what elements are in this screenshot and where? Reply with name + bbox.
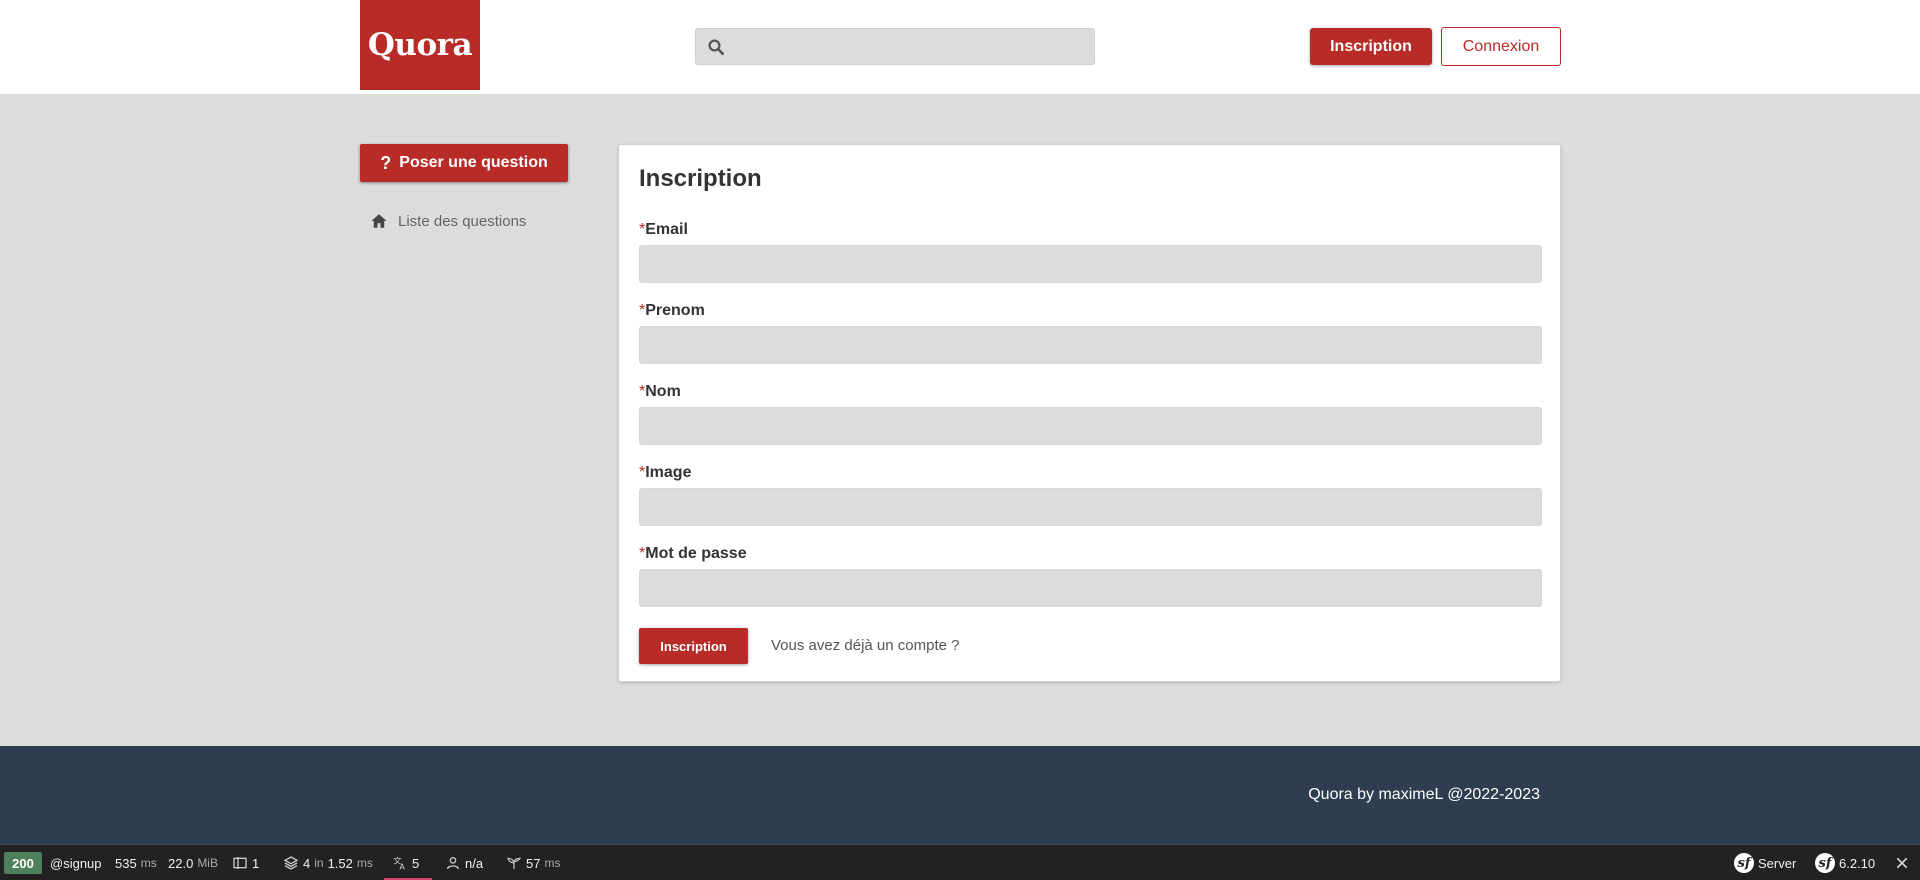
doctrine-time: 1.52	[327, 855, 353, 871]
twig-leaf-icon	[507, 857, 522, 869]
twig-unit: ms	[544, 856, 561, 870]
database-layers-icon	[283, 856, 299, 870]
search-input[interactable]	[695, 28, 1095, 65]
svg-text:A: A	[399, 863, 405, 871]
sidebar-item-questions-list[interactable]: Liste des questions	[370, 211, 526, 231]
submit-signup-button[interactable]: Inscription	[639, 628, 748, 664]
time-indicator[interactable]: 535 ms	[115, 845, 157, 880]
user-indicator[interactable]: n/a	[445, 845, 483, 880]
forms-indicator[interactable]: 1	[232, 845, 259, 880]
site-footer: Quora by maximeL @2022-2023	[0, 746, 1920, 844]
server-label: Server	[1758, 855, 1797, 871]
translation-icon: 文 A	[393, 856, 405, 871]
memory-unit: MiB	[197, 856, 218, 870]
login-button[interactable]: Connexion	[1441, 27, 1561, 66]
doctrine-unit: ms	[356, 856, 373, 870]
symfony-logo-icon: sf	[1815, 853, 1835, 873]
ask-question-label: Poser une question	[399, 154, 548, 171]
email-field[interactable]	[639, 245, 1542, 283]
home-icon	[371, 214, 387, 228]
route-name: @signup	[50, 855, 102, 871]
server-indicator[interactable]: sf Server	[1734, 845, 1796, 880]
quora-logo[interactable]: Quora	[360, 0, 480, 90]
time-unit: ms	[140, 856, 157, 870]
ask-question-button[interactable]: ? Poser une question	[360, 144, 568, 182]
translation-indicator[interactable]: 文 A 5	[392, 845, 419, 880]
image-label: *Image	[639, 464, 692, 481]
nom-label: *Nom	[639, 383, 681, 400]
footer-credit: Quora by maximeL @2022-2023	[1308, 786, 1540, 803]
prenom-field[interactable]	[639, 326, 1542, 364]
debug-toolbar: 200 @signup 535 ms 22.0 MiB 1 4 in 1.52 …	[0, 844, 1920, 880]
doctrine-queries: 4	[303, 855, 311, 871]
status-badge[interactable]: 200	[4, 852, 42, 874]
time-value: 535	[115, 855, 137, 871]
logo-text: Quora	[367, 27, 473, 63]
memory-indicator[interactable]: 22.0 MiB	[168, 845, 218, 880]
question-mark-icon: ?	[380, 152, 392, 173]
user-value: n/a	[465, 855, 484, 871]
route-indicator[interactable]: @signup	[50, 845, 102, 880]
form-icon	[233, 857, 247, 869]
signup-button[interactable]: Inscription	[1310, 28, 1432, 65]
password-field[interactable]	[639, 569, 1542, 607]
email-label: *Email	[639, 221, 688, 238]
image-field[interactable]	[639, 488, 1542, 526]
prenom-label: *Prenom	[639, 302, 705, 319]
signup-form-card: Inscription *Email *Prenom *Nom *Image *…	[618, 144, 1561, 682]
forms-count: 1	[252, 855, 260, 871]
form-title: Inscription	[639, 165, 762, 192]
close-icon	[1896, 857, 1908, 869]
have-account-link[interactable]: Vous avez déjà un compte ?	[771, 637, 959, 654]
nom-field[interactable]	[639, 407, 1542, 445]
symfony-version-indicator[interactable]: sf 6.2.10	[1815, 845, 1875, 880]
translations-count: 5	[412, 855, 420, 871]
password-label: *Mot de passe	[639, 545, 747, 562]
twig-time: 57	[526, 855, 541, 871]
toolbar-close-button[interactable]	[1894, 845, 1910, 880]
symfony-logo-icon: sf	[1734, 853, 1754, 873]
doctrine-indicator[interactable]: 4 in 1.52 ms	[283, 845, 373, 880]
symfony-version: 6.2.10	[1839, 855, 1876, 871]
doctrine-in: in	[314, 856, 324, 870]
memory-value: 22.0	[168, 855, 194, 871]
user-icon	[447, 857, 459, 870]
twig-indicator[interactable]: 57 ms	[506, 845, 560, 880]
site-header: Quora Inscription Connexion	[0, 0, 1920, 94]
sidebar-item-label: Liste des questions	[398, 212, 527, 230]
search-icon	[708, 39, 725, 56]
